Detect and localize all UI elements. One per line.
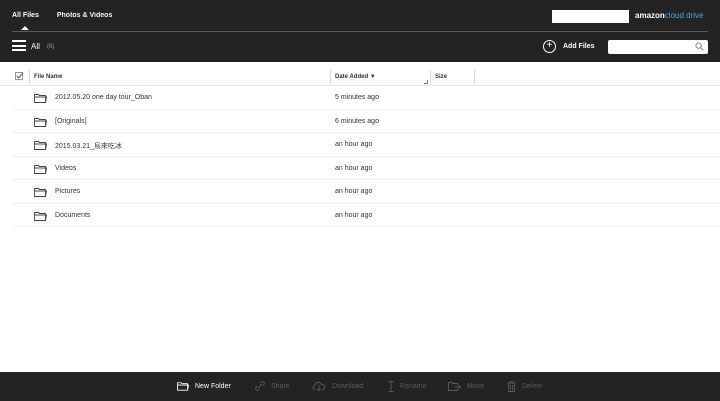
- folder-icon: [34, 94, 47, 103]
- column-size[interactable]: Size: [435, 74, 447, 80]
- file-list: 2012.05.20 one day tour_Oban 5 minutes a…: [12, 86, 720, 227]
- tab-photos-videos[interactable]: Photos & Videos: [57, 12, 113, 19]
- brand-suffix: cloud drive: [664, 11, 704, 20]
- file-row[interactable]: Videos an hour ago: [12, 157, 720, 180]
- active-tab-indicator: [21, 26, 29, 30]
- column-date-added-label: Date Added: [335, 74, 369, 80]
- brand-prefix: amazon: [635, 11, 665, 20]
- link-icon: [255, 381, 265, 391]
- trash-icon: [507, 381, 516, 392]
- date-added: an hour ago: [335, 188, 373, 195]
- folder-icon: [34, 211, 47, 221]
- file-name[interactable]: Pictures: [55, 188, 80, 195]
- add-files-label: Add Files: [563, 43, 595, 50]
- add-files-button[interactable]: + Add Files: [543, 40, 595, 53]
- folder-icon: [177, 382, 189, 391]
- column-date-added[interactable]: Date Added ▼: [335, 74, 376, 80]
- date-added: an hour ago: [335, 141, 373, 148]
- move-folder-icon: [448, 382, 461, 391]
- account-name-box[interactable]: [552, 10, 629, 23]
- download-button[interactable]: Download: [312, 381, 363, 391]
- column-resize-grip[interactable]: [424, 80, 428, 84]
- tab-bar: All Files Photos & Videos: [12, 12, 112, 19]
- column-divider: [474, 70, 475, 84]
- header-divider: [12, 31, 708, 32]
- search-box: [608, 40, 708, 59]
- folder-icon: [34, 117, 47, 127]
- date-added: 6 minutes ago: [335, 117, 379, 125]
- file-name[interactable]: Documents: [55, 212, 90, 219]
- rename-label: Rename: [400, 383, 427, 390]
- bottom-toolbar: New Folder Share Download Rename Move De…: [0, 372, 720, 401]
- file-row[interactable]: Documents an hour ago: [12, 204, 720, 227]
- download-label: Download: [332, 382, 364, 390]
- column-file-name[interactable]: File Name: [34, 74, 62, 80]
- file-row[interactable]: [Originals] 6 minutes ago: [12, 110, 720, 133]
- share-button[interactable]: Share: [255, 381, 290, 391]
- move-button[interactable]: Move: [448, 381, 484, 391]
- new-folder-label: New Folder: [195, 382, 231, 390]
- plus-circle-icon: +: [543, 40, 556, 53]
- search-icon[interactable]: [695, 42, 704, 51]
- cloud-drive-app: All Files Photos & Videos amazoncloud dr…: [0, 0, 720, 401]
- column-divider: [330, 70, 331, 84]
- sort-descending-icon: ▼: [369, 74, 376, 80]
- text-cursor-icon: [388, 381, 394, 392]
- hamburger-icon[interactable]: [12, 40, 26, 51]
- move-label: Move: [467, 382, 485, 390]
- file-list-header: File Name Date Added ▼ Size: [0, 70, 720, 86]
- tab-all-files[interactable]: All Files: [12, 12, 39, 19]
- top-header: All Files Photos & Videos amazoncloud dr…: [0, 0, 720, 62]
- view-label: All: [31, 42, 40, 51]
- cloud-download-icon: [312, 381, 326, 391]
- file-name[interactable]: [Originals]: [55, 118, 87, 125]
- new-folder-button[interactable]: New Folder: [177, 381, 231, 391]
- delete-label: Delete: [522, 383, 543, 390]
- date-added: an hour ago: [335, 164, 373, 172]
- file-row[interactable]: Pictures an hour ago: [12, 180, 720, 204]
- file-row[interactable]: 2015.03.21_烏來吃冰 an hour ago: [12, 133, 720, 157]
- delete-button[interactable]: Delete: [507, 381, 542, 392]
- column-divider: [29, 70, 30, 84]
- file-name[interactable]: 2012.05.20 one day tour_Oban: [55, 94, 152, 101]
- share-label: Share: [271, 382, 290, 390]
- column-divider: [430, 70, 431, 84]
- rename-button[interactable]: Rename: [388, 381, 426, 392]
- date-added: an hour ago: [335, 211, 373, 219]
- file-row[interactable]: 2012.05.20 one day tour_Oban 5 minutes a…: [12, 86, 720, 110]
- select-all-checkbox-icon[interactable]: [15, 72, 24, 81]
- amazon-cloud-drive-logo[interactable]: amazoncloud drive: [635, 11, 703, 20]
- folder-icon: [34, 141, 47, 150]
- file-name[interactable]: Videos: [55, 165, 76, 172]
- file-name[interactable]: 2015.03.21_烏來吃冰: [55, 141, 122, 151]
- folder-icon: [34, 188, 47, 197]
- item-count: (6): [47, 44, 55, 50]
- folder-icon: [34, 164, 47, 174]
- search-input[interactable]: [608, 44, 690, 59]
- date-added: 5 minutes ago: [335, 94, 379, 101]
